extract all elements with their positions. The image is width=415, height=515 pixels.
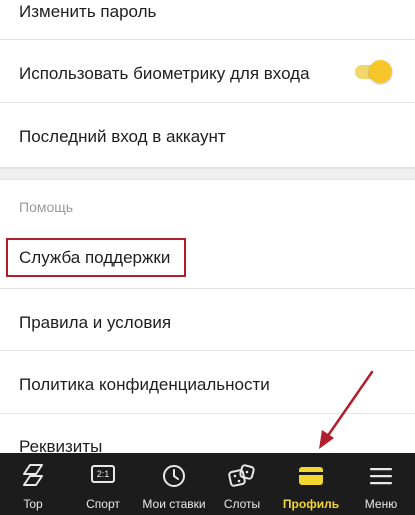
- tab-top[interactable]: Top: [0, 453, 66, 515]
- last-login-label: Последний вход в аккаунт: [19, 127, 226, 146]
- biometrics-label: Использовать биометрику для входа: [19, 64, 310, 83]
- tab-my-bets-label: Мои ставки: [142, 497, 206, 511]
- dice-icon: [228, 463, 256, 494]
- bottom-tab-bar: Top 2:1 Спорт Мои ставки Слоты Профиль М…: [0, 453, 415, 515]
- tab-my-bets[interactable]: Мои ставки: [134, 453, 214, 515]
- tab-slots-label: Слоты: [223, 497, 261, 511]
- tab-menu[interactable]: Меню: [350, 453, 412, 515]
- toggle-knob: [369, 60, 392, 83]
- privacy-label: Политика конфиденциальности: [19, 375, 270, 394]
- sport-icon: 2:1: [91, 465, 115, 483]
- tab-profile[interactable]: Профиль: [280, 453, 342, 515]
- terms-row[interactable]: Правила и условия: [0, 289, 415, 351]
- tab-slots[interactable]: Слоты: [214, 453, 270, 515]
- tab-menu-label: Меню: [364, 497, 398, 511]
- support-highlight-box: [6, 238, 186, 277]
- hamburger-menu-icon: [369, 467, 393, 490]
- change-password-row[interactable]: Изменить пароль: [0, 0, 415, 40]
- tab-top-label: Top: [23, 497, 43, 511]
- help-section-title: Помощь: [19, 199, 74, 215]
- section-separator: [0, 168, 415, 180]
- biometrics-row: Использовать биометрику для входа: [0, 40, 415, 103]
- top-icon: [20, 463, 46, 492]
- terms-label: Правила и условия: [19, 313, 172, 332]
- last-login-row[interactable]: Последний вход в аккаунт: [0, 103, 415, 168]
- tab-profile-label: Профиль: [282, 497, 340, 511]
- privacy-row[interactable]: Политика конфиденциальности: [0, 351, 415, 414]
- tab-sport[interactable]: 2:1 Спорт: [72, 453, 134, 515]
- change-password-label: Изменить пароль: [19, 2, 157, 21]
- card-icon: [298, 466, 324, 491]
- clock-icon: [161, 463, 187, 494]
- tab-sport-label: Спорт: [86, 497, 120, 511]
